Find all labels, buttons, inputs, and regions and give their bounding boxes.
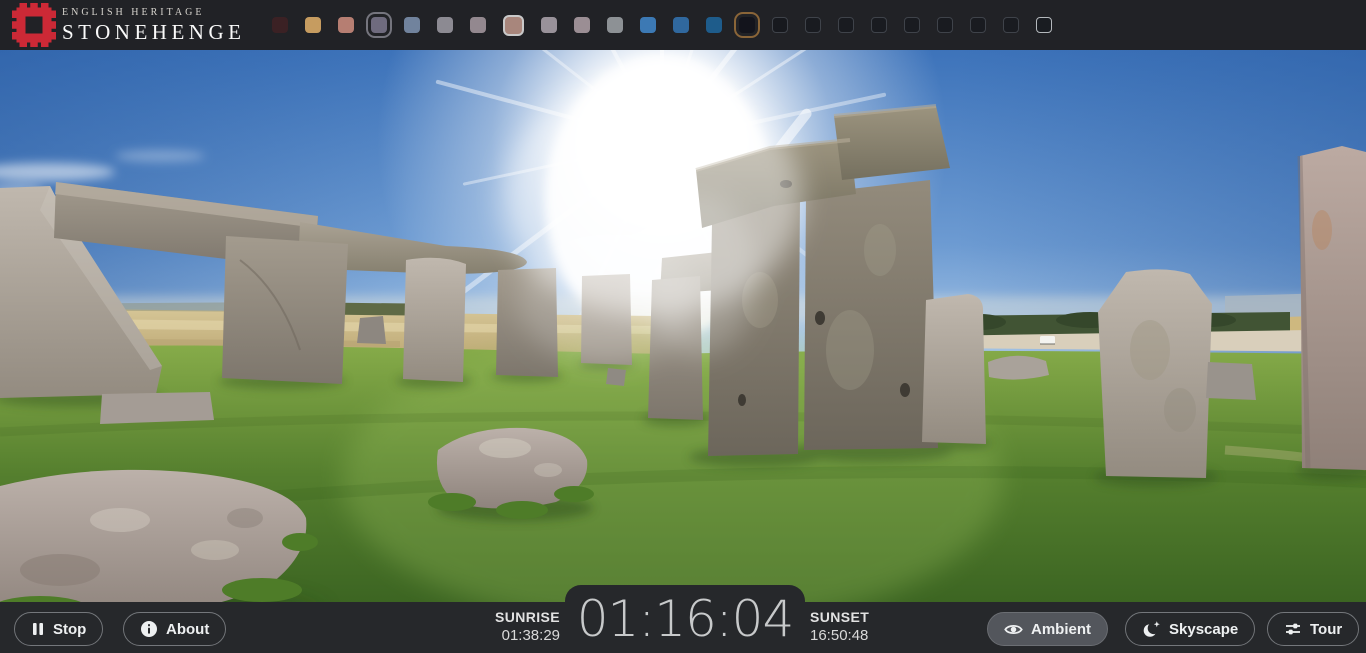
current-time: 01:16:04: [577, 594, 794, 644]
hour-swatch-19[interactable]: [871, 17, 887, 33]
tour-button[interactable]: Tour: [1267, 612, 1359, 646]
distant-stone: [357, 316, 386, 344]
hour-swatch-2[interactable]: [305, 17, 321, 33]
hour-swatch-4[interactable]: [371, 17, 387, 33]
stop-button[interactable]: Stop: [14, 612, 103, 646]
hour-swatch-13[interactable]: [673, 17, 689, 33]
skyscape-app: ENGLISH HERITAGE STONEHENGE 01:16:04 SUN…: [0, 0, 1366, 653]
stonehenge-panorama[interactable]: [0, 50, 1366, 603]
hour-swatch-18[interactable]: [838, 17, 854, 33]
hour-swatch-1[interactable]: [272, 17, 288, 33]
hour-swatch-20[interactable]: [904, 17, 920, 33]
hour-swatch-8[interactable]: [503, 15, 524, 36]
hour-swatch-16[interactable]: [772, 17, 788, 33]
hour-swatch-9[interactable]: [541, 17, 557, 33]
sunset-label: SUNSET: [810, 609, 869, 627]
eye-icon: [1004, 620, 1023, 639]
hour-swatch-15[interactable]: [739, 17, 755, 33]
hour-swatch-12[interactable]: [640, 17, 656, 33]
ambient-button-label: Ambient: [1031, 621, 1091, 638]
sunset-time: 16:50:48: [810, 627, 869, 646]
distant-truck: [1040, 336, 1055, 344]
english-heritage-logo-icon: [12, 3, 56, 47]
hour-swatch-3[interactable]: [338, 17, 354, 33]
tour-button-label: Tour: [1310, 621, 1342, 638]
hour-swatch-23[interactable]: [1003, 17, 1019, 33]
skyscape-mode-button[interactable]: Skyscape: [1125, 612, 1255, 646]
stop-button-label: Stop: [53, 621, 86, 638]
brand: ENGLISH HERITAGE STONEHENGE: [62, 7, 245, 45]
about-button-label: About: [166, 621, 209, 638]
sunrise-info: SUNRISE 01:38:29: [495, 609, 560, 645]
hour-swatch-14[interactable]: [706, 17, 722, 33]
hour-palette-bar: [272, 0, 1052, 50]
hour-swatch-5[interactable]: [404, 17, 420, 33]
skyscape-button-label: Skyscape: [1169, 621, 1238, 638]
hour-swatch-10[interactable]: [574, 17, 590, 33]
sunrise-label: SUNRISE: [495, 609, 560, 627]
sliders-icon: [1284, 620, 1302, 638]
hour-swatch-21[interactable]: [937, 17, 953, 33]
hour-swatch-11[interactable]: [607, 17, 623, 33]
hour-swatch-24[interactable]: [1036, 17, 1052, 33]
moon-star-icon: [1142, 620, 1161, 639]
hour-swatch-7[interactable]: [470, 17, 486, 33]
about-button[interactable]: About: [123, 612, 226, 646]
ambient-mode-button[interactable]: Ambient: [987, 612, 1108, 646]
english-heritage-logo[interactable]: [12, 3, 56, 47]
info-icon: [140, 620, 158, 638]
brand-stonehenge: STONEHENGE: [62, 20, 245, 45]
sunrise-time: 01:38:29: [495, 627, 560, 646]
pause-icon: [31, 622, 45, 636]
hour-swatch-6[interactable]: [437, 17, 453, 33]
clock-tab: 01:16:04: [565, 585, 805, 653]
header-bar: ENGLISH HERITAGE STONEHENGE: [0, 0, 1366, 50]
brand-english-heritage: ENGLISH HERITAGE: [62, 7, 245, 18]
hour-swatch-17[interactable]: [805, 17, 821, 33]
hour-swatch-22[interactable]: [970, 17, 986, 33]
sunset-info: SUNSET 16:50:48: [810, 609, 869, 645]
